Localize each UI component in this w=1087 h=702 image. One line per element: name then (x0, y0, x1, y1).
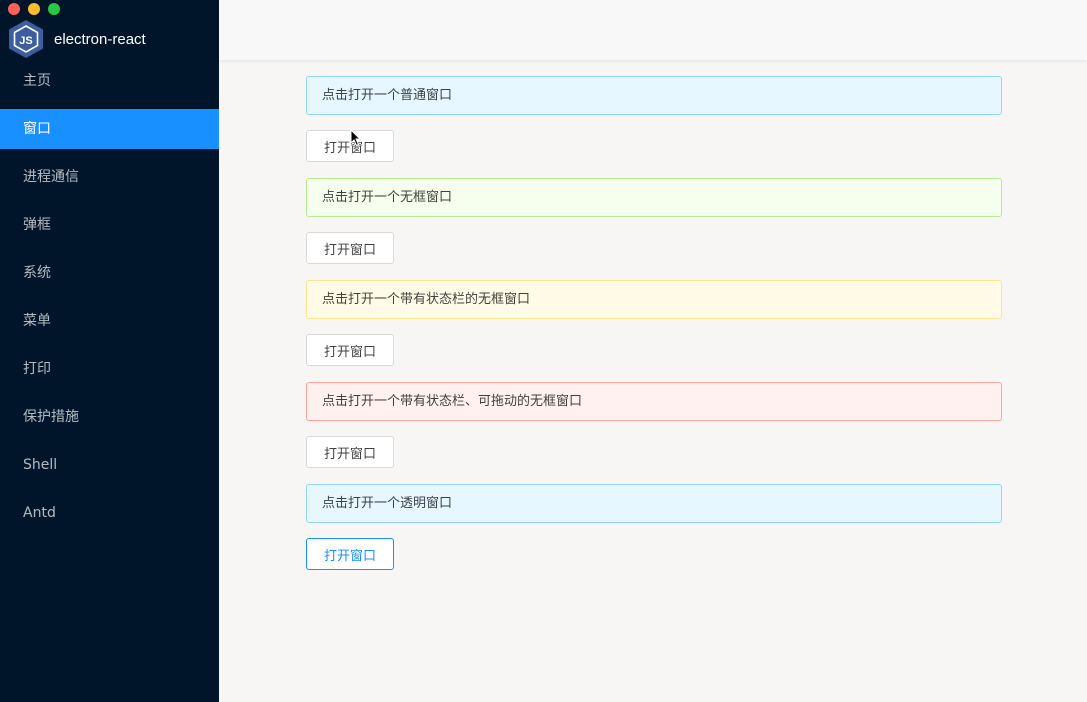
close-window-button[interactable] (8, 3, 20, 15)
app-brand: JS electron-react (6, 18, 146, 60)
sidebar-menu: 主页 窗口 进程通信 弹框 系统 菜单 打印 保护措施 Shell Antd (0, 61, 219, 541)
open-transparent-window-button[interactable]: 打开窗口 (306, 538, 394, 570)
open-statusbar-frameless-window-button[interactable]: 打开窗口 (306, 334, 394, 366)
window-controls (8, 3, 60, 15)
frameless-window-alert: 点击打开一个无框窗口 (306, 178, 1002, 217)
sidebar-item-ipc[interactable]: 进程通信 (0, 157, 219, 197)
mouse-pointer-icon (350, 129, 362, 147)
maximize-window-button[interactable] (48, 3, 60, 15)
sidebar-item-print[interactable]: 打印 (0, 349, 219, 389)
top-header (219, 0, 1087, 61)
sidebar-item-dialog[interactable]: 弹框 (0, 205, 219, 245)
app-title: electron-react (54, 30, 146, 48)
sidebar-item-window[interactable]: 窗口 (0, 109, 219, 149)
sidebar-item-antd[interactable]: Antd (0, 493, 219, 533)
app-window: JS electron-react 主页 窗口 进程通信 弹框 系统 菜单 打印… (0, 0, 1087, 702)
statusbar-frameless-window-alert: 点击打开一个带有状态栏的无框窗口 (306, 280, 1002, 319)
open-frameless-window-button[interactable]: 打开窗口 (306, 232, 394, 264)
open-draggable-frameless-window-button[interactable]: 打开窗口 (306, 436, 394, 468)
sidebar: JS electron-react 主页 窗口 进程通信 弹框 系统 菜单 打印… (0, 0, 219, 702)
minimize-window-button[interactable] (28, 3, 40, 15)
sidebar-item-home[interactable]: 主页 (0, 61, 219, 101)
sidebar-item-menu[interactable]: 菜单 (0, 301, 219, 341)
sidebar-item-protection[interactable]: 保护措施 (0, 397, 219, 437)
sidebar-item-system[interactable]: 系统 (0, 253, 219, 293)
transparent-window-alert: 点击打开一个透明窗口 (306, 484, 1002, 523)
svg-text:JS: JS (19, 35, 32, 47)
normal-window-alert: 点击打开一个普通窗口 (306, 76, 1002, 115)
main-content: 点击打开一个普通窗口 打开窗口 点击打开一个无框窗口 打开窗口 点击打开一个带有… (306, 76, 1002, 586)
nodejs-logo-icon: JS (9, 20, 43, 58)
draggable-frameless-window-alert: 点击打开一个带有状态栏、可拖动的无框窗口 (306, 382, 1002, 421)
sidebar-item-shell[interactable]: Shell (0, 445, 219, 485)
